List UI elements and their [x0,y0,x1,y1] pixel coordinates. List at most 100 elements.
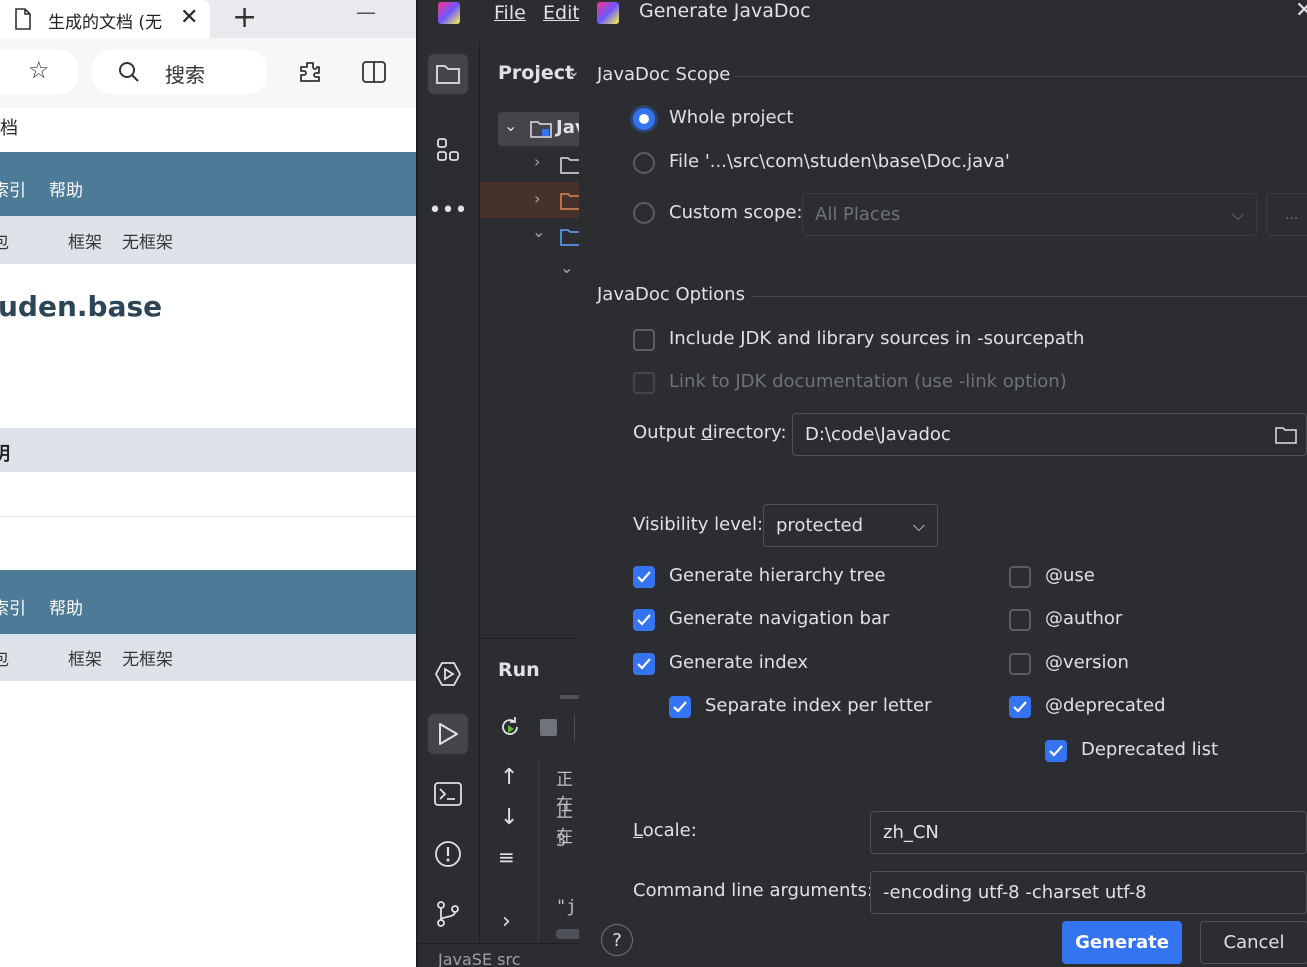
menu-edit[interactable]: Edit [543,2,580,24]
chevron-down-icon[interactable]: ⌄ [568,64,580,80]
subnav-package-link[interactable]: 包 [0,228,9,253]
chevron-down-icon[interactable]: ⌄ [560,258,573,277]
tag-version-label[interactable]: @version [1045,652,1129,673]
nav-help-link[interactable]: 帮助 [49,176,83,201]
subnav-noframes-link[interactable]: 无框架 [122,228,173,253]
package-heading: uden.base [0,290,163,323]
browser-tab[interactable]: 生成的文档 (无 ✕ [0,0,210,38]
custom-scope-browse-button[interactable]: ... [1266,193,1307,236]
tag-use-checkbox[interactable] [1009,566,1031,588]
project-folder-icon[interactable] [428,54,468,94]
run-icon[interactable] [428,714,468,754]
visibility-level-label: Visibility level: [633,514,764,535]
rerun-icon[interactable] [498,715,522,739]
bookmark-item[interactable]: 档 [0,114,18,140]
scope-section-title: JavaDoc Scope [597,64,731,85]
visibility-level-dropdown[interactable]: protected ⌵ [763,504,938,547]
chevron-down-icon[interactable]: ⌄ [504,116,517,135]
options-section-title: JavaDoc Options [597,284,745,305]
extensions-icon[interactable] [298,60,322,84]
chevron-right-icon[interactable]: › [534,189,540,208]
subnav-frames-link[interactable]: 框架 [68,645,102,670]
services-icon[interactable] [428,654,468,694]
deprecated-list-checkbox[interactable] [1045,740,1067,762]
separate-index-label[interactable]: Separate index per letter [705,695,932,716]
close-icon[interactable]: ✕ [1295,0,1307,23]
tag-deprecated-checkbox[interactable] [1009,696,1031,718]
address-bar-end[interactable]: ☆ [0,50,78,94]
intellij-logo-icon [438,2,460,24]
structure-icon[interactable] [428,130,468,170]
run-panel-title: Run [498,659,540,681]
minimize-icon[interactable]: — [356,0,376,24]
problems-icon[interactable] [428,834,468,874]
navigation-bar-checkbox[interactable] [633,609,655,631]
nav-index-link[interactable]: 索引 [0,176,26,201]
hierarchy-tree-checkbox[interactable] [633,566,655,588]
hierarchy-tree-label[interactable]: Generate hierarchy tree [669,565,886,586]
split-screen-icon[interactable] [362,61,386,83]
scope-file-label[interactable]: File '...\src\com\studen\base\Doc.java' [669,151,1010,172]
output-directory-field[interactable]: D:\code\Javadoc [792,413,1307,456]
subnav-noframes-link[interactable]: 无框架 [122,645,173,670]
divider [0,516,416,517]
search-box[interactable]: 搜索 [92,50,267,94]
locale-field[interactable]: zh_CN [870,811,1307,854]
generate-index-checkbox[interactable] [633,653,655,675]
tree-root-row[interactable]: ⌄ Jav [498,112,581,146]
horizontal-scrollbar[interactable] [556,929,581,939]
intellij-logo-icon [597,2,619,24]
scroll-down-icon[interactable]: ↓ [500,805,518,830]
chevron-down-icon: ⌵ [912,515,925,535]
cancel-button[interactable]: Cancel [1200,921,1307,964]
soft-wrap-icon[interactable]: ≡ [498,845,515,869]
menu-file[interactable]: File [494,2,526,24]
tag-use-label[interactable]: @use [1045,565,1095,586]
close-tab-icon[interactable]: ✕ [180,5,198,30]
nav-index-link[interactable]: 索引 [0,594,26,619]
include-jdk-label[interactable]: Include JDK and library sources in -sour… [669,328,1084,349]
scope-custom-radio[interactable] [633,202,655,224]
help-button[interactable]: ? [601,924,633,956]
scroll-up-icon[interactable]: ↑ [500,765,518,790]
custom-scope-dropdown[interactable]: All Places ⌵ [802,193,1257,236]
link-jdk-checkbox[interactable] [633,372,655,394]
terminal-icon[interactable] [428,774,468,814]
git-icon[interactable] [428,894,468,934]
separate-index-checkbox[interactable] [669,696,691,718]
custom-scope-value: All Places [815,204,901,225]
javadoc-bottom-subnav: 包 框架 无框架 [0,634,416,681]
scope-whole-project-radio[interactable] [633,108,655,130]
tool-window-bar: ••• [418,42,480,942]
chevron-right-icon[interactable]: › [502,909,511,934]
chevron-down-icon[interactable]: ⌄ [532,222,545,241]
new-tab-icon[interactable]: + [232,0,257,35]
search-icon [119,62,139,82]
tag-version-checkbox[interactable] [1009,653,1031,675]
subnav-frames-link[interactable]: 框架 [68,228,102,253]
subnav-package-link[interactable]: 包 [0,645,9,670]
tag-author-label[interactable]: @author [1045,608,1122,629]
generate-button[interactable]: Generate [1062,921,1182,964]
include-jdk-checkbox[interactable] [633,329,655,351]
nav-help-link[interactable]: 帮助 [49,594,83,619]
project-panel-title[interactable]: Project [498,62,574,84]
more-tools-icon[interactable]: ••• [428,190,468,230]
stop-icon[interactable] [540,719,557,736]
deprecated-list-label[interactable]: Deprecated list [1081,739,1218,760]
scope-file-radio[interactable] [633,152,655,174]
scope-whole-project-label[interactable]: Whole project [669,107,794,128]
scope-custom-label[interactable]: Custom scope: [669,202,803,223]
tag-author-checkbox[interactable] [1009,609,1031,631]
chevron-right-icon[interactable]: › [534,152,540,171]
status-breadcrumb[interactable]: JavaSE src [438,950,521,967]
browse-folder-icon[interactable] [1275,426,1297,444]
generate-index-label[interactable]: Generate index [669,652,808,673]
navigation-bar-label[interactable]: Generate navigation bar [669,608,889,629]
console-line: 3 [556,831,567,851]
favorite-star-icon[interactable]: ☆ [28,56,50,84]
command-line-field[interactable]: -encoding utf-8 -charset utf-8 [870,871,1307,914]
tag-deprecated-label[interactable]: @deprecated [1045,695,1166,716]
console-line: "j [556,897,577,917]
source-folder-icon [560,229,581,246]
